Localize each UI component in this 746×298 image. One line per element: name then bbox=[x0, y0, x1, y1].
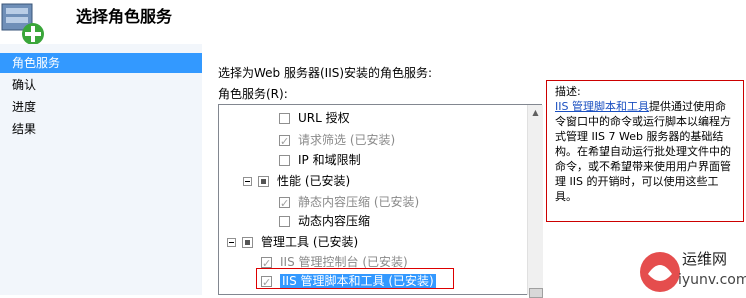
checkbox[interactable] bbox=[258, 176, 269, 187]
nav-item-results[interactable]: 结果 bbox=[0, 119, 202, 139]
role-services-wizard-icon bbox=[1, 3, 44, 45]
wizard-header: 选择角色服务 bbox=[0, 0, 746, 45]
scroll-up-icon[interactable]: ▲ bbox=[528, 105, 543, 120]
tree-item-label: 性能 (已安装) bbox=[277, 174, 351, 188]
nav-item-progress[interactable]: 进度 bbox=[0, 97, 202, 117]
checkbox[interactable] bbox=[279, 216, 290, 227]
collapse-icon[interactable] bbox=[227, 238, 236, 247]
page-title: 选择角色服务 bbox=[76, 7, 173, 26]
checkbox[interactable] bbox=[242, 237, 253, 248]
tree-item-performance[interactable]: 性能 (已安装) bbox=[243, 171, 350, 191]
tree-item-label: 动态内容压缩 bbox=[298, 214, 371, 228]
description-text: 提供通过使用命令窗口中的命令或运行脚本以编程方式管理 IIS 7 Web 服务器… bbox=[555, 100, 731, 203]
tree-scrollbar[interactable]: ▲ bbox=[527, 105, 543, 298]
description-panel: 描述: IIS 管理脚本和工具提供通过使用命令窗口中的命令或运行脚本以编程方式管… bbox=[546, 80, 744, 222]
tree-item-label: 请求筛选 (已安装) bbox=[298, 133, 396, 147]
tree-item-url-authorization[interactable]: URL 授权 bbox=[279, 108, 350, 128]
tree-item-label: 管理工具 (已安装) bbox=[261, 235, 359, 249]
tree-item-label: URL 授权 bbox=[298, 111, 350, 125]
tree-item-request-filtering[interactable]: 请求筛选 (已安装) bbox=[279, 130, 396, 152]
role-services-tree[interactable]: URL 授权 请求筛选 (已安装) IP 和域限制 性能 (已安装) 静态内容压… bbox=[218, 104, 542, 295]
description-body: IIS 管理脚本和工具提供通过使用命令窗口中的命令或运行脚本以编程方式管理 II… bbox=[555, 99, 735, 204]
tree-item-static-compression[interactable]: 静态内容压缩 (已安装) bbox=[279, 192, 420, 214]
nav-item-role-services[interactable]: 角色服务 bbox=[0, 53, 202, 73]
checkbox[interactable] bbox=[279, 113, 290, 124]
scroll-thumb[interactable] bbox=[529, 288, 543, 298]
instruction-text: 选择为Web 服务器(IIS)安装的角色服务: bbox=[218, 66, 433, 80]
checkbox[interactable] bbox=[261, 254, 272, 274]
tree-item-label: IP 和域限制 bbox=[298, 153, 361, 167]
tree-item-ip-domain-restrictions[interactable]: IP 和域限制 bbox=[279, 150, 361, 170]
role-services-label: 角色服务(R): bbox=[218, 87, 288, 101]
checkbox[interactable] bbox=[279, 194, 290, 214]
watermark-domain: iyunv.com bbox=[678, 272, 746, 288]
description-link[interactable]: IIS 管理脚本和工具 bbox=[555, 100, 649, 113]
collapse-icon[interactable] bbox=[243, 177, 252, 186]
tree-item-dynamic-compression[interactable]: 动态内容压缩 bbox=[279, 211, 370, 231]
watermark-name: 运维网 bbox=[682, 250, 728, 268]
nav-item-confirm[interactable]: 确认 bbox=[0, 75, 202, 95]
checkbox[interactable] bbox=[279, 132, 290, 152]
checkbox[interactable] bbox=[279, 155, 290, 166]
highlight-annotation bbox=[256, 268, 454, 289]
tree-item-management-tools[interactable]: 管理工具 (已安装) bbox=[227, 232, 358, 252]
description-heading: 描述: bbox=[555, 85, 581, 98]
tree-item-label: IIS 管理控制台 (已安装) bbox=[280, 255, 408, 269]
tree-item-label: 静态内容压缩 (已安装) bbox=[298, 195, 420, 209]
